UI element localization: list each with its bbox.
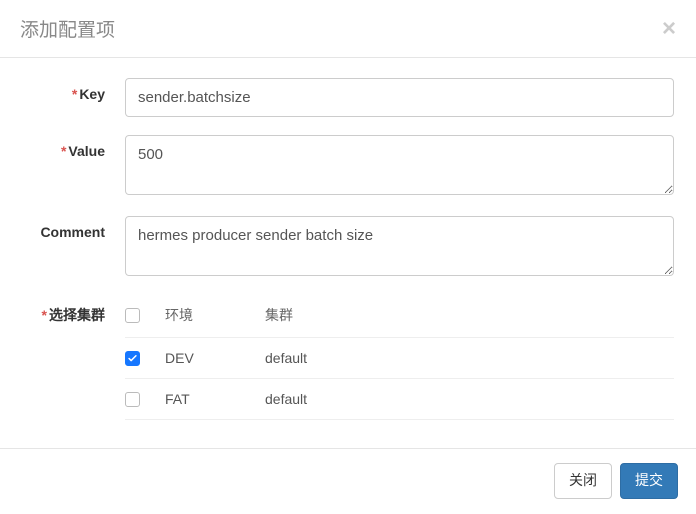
cluster-env: DEV: [165, 350, 265, 366]
close-button[interactable]: 关闭: [554, 463, 612, 499]
value-label: *Value: [15, 135, 125, 198]
cluster-table: 环境 集群 DEV default: [125, 297, 674, 420]
form-group-cluster: *选择集群 环境 集群: [15, 297, 674, 420]
modal-body: *Key *Value 500 Comment hermes producer …: [0, 58, 696, 448]
cluster-name: default: [265, 391, 674, 407]
cluster-header-env: 环境: [165, 305, 265, 325]
add-config-modal: 添加配置项 × *Key *Value 500 Comment hermes p…: [0, 0, 696, 513]
cluster-env: FAT: [165, 391, 265, 407]
key-label: *Key: [15, 78, 125, 117]
modal-header: 添加配置项 ×: [0, 0, 696, 58]
submit-button[interactable]: 提交: [620, 463, 678, 499]
comment-label: Comment: [15, 216, 125, 279]
cluster-label: *选择集群: [15, 297, 125, 420]
cluster-checkbox-dev[interactable]: [125, 351, 140, 366]
form-group-comment: Comment hermes producer sender batch siz…: [15, 216, 674, 279]
modal-title: 添加配置项: [20, 15, 115, 42]
cluster-header-row: 环境 集群: [125, 297, 674, 338]
cluster-row: DEV default: [125, 338, 674, 379]
value-textarea[interactable]: 500: [125, 135, 674, 195]
cluster-name: default: [265, 350, 674, 366]
modal-footer: 关闭 提交: [0, 448, 696, 513]
comment-textarea[interactable]: hermes producer sender batch size: [125, 216, 674, 276]
close-icon[interactable]: ×: [662, 17, 676, 41]
form-group-value: *Value 500: [15, 135, 674, 198]
cluster-row: FAT default: [125, 379, 674, 420]
cluster-checkbox-fat[interactable]: [125, 392, 140, 407]
key-input[interactable]: [125, 78, 674, 117]
cluster-header-cluster: 集群: [265, 305, 674, 325]
select-all-checkbox[interactable]: [125, 308, 140, 323]
form-group-key: *Key: [15, 78, 674, 117]
